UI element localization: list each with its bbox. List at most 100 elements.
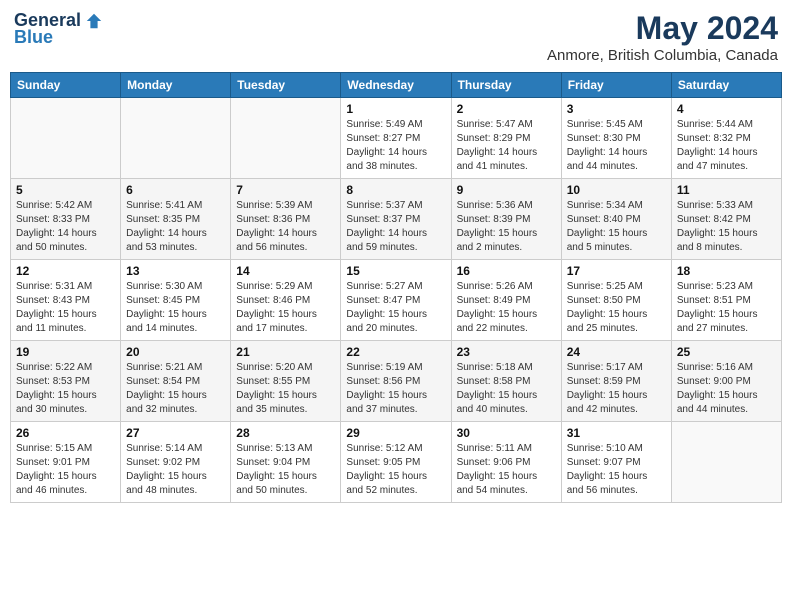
cell-content: Sunrise: 5:15 AM Sunset: 9:01 PM Dayligh…	[16, 442, 115, 498]
day-number: 15	[346, 264, 445, 278]
day-number: 31	[567, 426, 666, 440]
cell-content: Sunrise: 5:22 AM Sunset: 8:53 PM Dayligh…	[16, 361, 115, 417]
calendar-cell	[11, 98, 121, 179]
cell-content: Sunrise: 5:34 AM Sunset: 8:40 PM Dayligh…	[567, 199, 666, 255]
calendar-header-row: SundayMondayTuesdayWednesdayThursdayFrid…	[11, 73, 782, 98]
cell-content: Sunrise: 5:30 AM Sunset: 8:45 PM Dayligh…	[126, 280, 225, 336]
calendar-cell: 1 Sunrise: 5:49 AM Sunset: 8:27 PM Daylig…	[341, 98, 451, 179]
day-number: 12	[16, 264, 115, 278]
day-number: 22	[346, 345, 445, 359]
calendar-week-row: 19 Sunrise: 5:22 AM Sunset: 8:53 PM Dayli…	[11, 341, 782, 422]
day-of-week-header: Thursday	[451, 73, 561, 98]
calendar-cell: 27Sunrise: 5:14 AM Sunset: 9:02 PM Dayli…	[121, 422, 231, 503]
calendar-cell: 28Sunrise: 5:13 AM Sunset: 9:04 PM Dayli…	[231, 422, 341, 503]
cell-content: Sunrise: 5:23 AM Sunset: 8:51 PM Dayligh…	[677, 280, 776, 336]
cell-content: Sunrise: 5:26 AM Sunset: 8:49 PM Dayligh…	[457, 280, 556, 336]
day-number: 3	[567, 102, 666, 116]
calendar-cell: 22 Sunrise: 5:19 AM Sunset: 8:56 PM Dayli…	[341, 341, 451, 422]
cell-content: Sunrise: 5:44 AM Sunset: 8:32 PM Dayligh…	[677, 118, 776, 174]
calendar-cell	[671, 422, 781, 503]
calendar-cell: 30Sunrise: 5:11 AM Sunset: 9:06 PM Dayli…	[451, 422, 561, 503]
month-title: May 2024	[547, 10, 778, 47]
calendar-cell: 5 Sunrise: 5:42 AM Sunset: 8:33 PM Daylig…	[11, 179, 121, 260]
calendar-cell: 14 Sunrise: 5:29 AM Sunset: 8:46 PM Dayli…	[231, 260, 341, 341]
day-number: 29	[346, 426, 445, 440]
day-number: 2	[457, 102, 556, 116]
day-number: 14	[236, 264, 335, 278]
calendar-cell: 3 Sunrise: 5:45 AM Sunset: 8:30 PM Daylig…	[561, 98, 671, 179]
calendar-week-row: 12 Sunrise: 5:31 AM Sunset: 8:43 PM Dayli…	[11, 260, 782, 341]
calendar-week-row: 5 Sunrise: 5:42 AM Sunset: 8:33 PM Daylig…	[11, 179, 782, 260]
cell-content: Sunrise: 5:21 AM Sunset: 8:54 PM Dayligh…	[126, 361, 225, 417]
calendar-cell: 26 Sunrise: 5:15 AM Sunset: 9:01 PM Dayli…	[11, 422, 121, 503]
calendar-cell: 12 Sunrise: 5:31 AM Sunset: 8:43 PM Dayli…	[11, 260, 121, 341]
day-number: 23	[457, 345, 556, 359]
calendar-cell: 4 Sunrise: 5:44 AM Sunset: 8:32 PM Daylig…	[671, 98, 781, 179]
cell-content: Sunrise: 5:39 AM Sunset: 8:36 PM Dayligh…	[236, 199, 335, 255]
day-number: 20	[126, 345, 225, 359]
day-number: 26	[16, 426, 115, 440]
calendar-cell: 10 Sunrise: 5:34 AM Sunset: 8:40 PM Dayli…	[561, 179, 671, 260]
calendar-cell: 25 Sunrise: 5:16 AM Sunset: 9:00 PM Dayli…	[671, 341, 781, 422]
day-number: 9	[457, 183, 556, 197]
logo: General Blue	[14, 10, 103, 48]
calendar-cell: 20 Sunrise: 5:21 AM Sunset: 8:54 PM Dayli…	[121, 341, 231, 422]
day-number: 10	[567, 183, 666, 197]
day-number: 7	[236, 183, 335, 197]
calendar-cell: 19 Sunrise: 5:22 AM Sunset: 8:53 PM Dayli…	[11, 341, 121, 422]
day-number: 19	[16, 345, 115, 359]
day-of-week-header: Tuesday	[231, 73, 341, 98]
calendar-cell: 13 Sunrise: 5:30 AM Sunset: 8:45 PM Dayli…	[121, 260, 231, 341]
calendar-cell: 18 Sunrise: 5:23 AM Sunset: 8:51 PM Dayli…	[671, 260, 781, 341]
cell-content: Sunrise: 5:19 AM Sunset: 8:56 PM Dayligh…	[346, 361, 445, 417]
cell-content: Sunrise: 5:31 AM Sunset: 8:43 PM Dayligh…	[16, 280, 115, 336]
day-of-week-header: Wednesday	[341, 73, 451, 98]
day-number: 24	[567, 345, 666, 359]
calendar-cell: 11Sunrise: 5:33 AM Sunset: 8:42 PM Dayli…	[671, 179, 781, 260]
calendar-cell: 29Sunrise: 5:12 AM Sunset: 9:05 PM Dayli…	[341, 422, 451, 503]
calendar-table: SundayMondayTuesdayWednesdayThursdayFrid…	[10, 72, 782, 503]
title-section: May 2024 Anmore, British Columbia, Canad…	[547, 10, 778, 64]
calendar-cell: 16 Sunrise: 5:26 AM Sunset: 8:49 PM Dayli…	[451, 260, 561, 341]
calendar-cell	[121, 98, 231, 179]
calendar-week-row: 26 Sunrise: 5:15 AM Sunset: 9:01 PM Dayli…	[11, 422, 782, 503]
cell-content: Sunrise: 5:49 AM Sunset: 8:27 PM Dayligh…	[346, 118, 445, 174]
page-header: General Blue May 2024 Anmore, British Co…	[10, 10, 782, 64]
logo-icon	[85, 12, 103, 30]
cell-content: Sunrise: 5:27 AM Sunset: 8:47 PM Dayligh…	[346, 280, 445, 336]
day-number: 17	[567, 264, 666, 278]
cell-content: Sunrise: 5:20 AM Sunset: 8:55 PM Dayligh…	[236, 361, 335, 417]
calendar-cell: 24Sunrise: 5:17 AM Sunset: 8:59 PM Dayli…	[561, 341, 671, 422]
day-number: 18	[677, 264, 776, 278]
location-title: Anmore, British Columbia, Canada	[547, 47, 778, 64]
calendar-cell: 21 Sunrise: 5:20 AM Sunset: 8:55 PM Dayli…	[231, 341, 341, 422]
day-number: 11	[677, 183, 776, 197]
cell-content: Sunrise: 5:45 AM Sunset: 8:30 PM Dayligh…	[567, 118, 666, 174]
day-of-week-header: Saturday	[671, 73, 781, 98]
cell-content: Sunrise: 5:14 AM Sunset: 9:02 PM Dayligh…	[126, 442, 225, 498]
day-number: 25	[677, 345, 776, 359]
day-number: 28	[236, 426, 335, 440]
day-number: 5	[16, 183, 115, 197]
day-number: 8	[346, 183, 445, 197]
cell-content: Sunrise: 5:41 AM Sunset: 8:35 PM Dayligh…	[126, 199, 225, 255]
calendar-cell: 17Sunrise: 5:25 AM Sunset: 8:50 PM Dayli…	[561, 260, 671, 341]
logo-blue-text: Blue	[14, 27, 53, 48]
day-number: 4	[677, 102, 776, 116]
cell-content: Sunrise: 5:16 AM Sunset: 9:00 PM Dayligh…	[677, 361, 776, 417]
day-number: 16	[457, 264, 556, 278]
day-number: 21	[236, 345, 335, 359]
day-number: 6	[126, 183, 225, 197]
cell-content: Sunrise: 5:11 AM Sunset: 9:06 PM Dayligh…	[457, 442, 556, 498]
cell-content: Sunrise: 5:29 AM Sunset: 8:46 PM Dayligh…	[236, 280, 335, 336]
day-of-week-header: Monday	[121, 73, 231, 98]
day-number: 1	[346, 102, 445, 116]
day-of-week-header: Friday	[561, 73, 671, 98]
cell-content: Sunrise: 5:37 AM Sunset: 8:37 PM Dayligh…	[346, 199, 445, 255]
cell-content: Sunrise: 5:42 AM Sunset: 8:33 PM Dayligh…	[16, 199, 115, 255]
cell-content: Sunrise: 5:47 AM Sunset: 8:29 PM Dayligh…	[457, 118, 556, 174]
calendar-cell: 31 Sunrise: 5:10 AM Sunset: 9:07 PM Dayli…	[561, 422, 671, 503]
calendar-cell: 7 Sunrise: 5:39 AM Sunset: 8:36 PM Daylig…	[231, 179, 341, 260]
day-number: 13	[126, 264, 225, 278]
cell-content: Sunrise: 5:10 AM Sunset: 9:07 PM Dayligh…	[567, 442, 666, 498]
